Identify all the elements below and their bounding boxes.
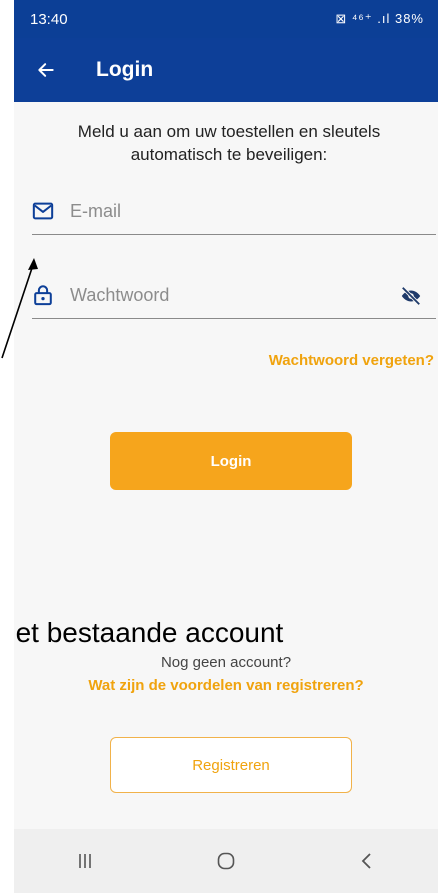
lock-icon — [34, 285, 52, 306]
forgot-password-link[interactable]: Wachtwoord vergeten? — [269, 352, 434, 369]
benefits-link[interactable]: Wat zijn de voordelen van registreren? — [14, 677, 438, 694]
phone-screen: 13:40 ⊠ ⁴⁶⁺ .ıl 38% Login Meld u aan om … — [14, 0, 438, 893]
annotation-label: het bestaande account — [14, 617, 284, 648]
intro-text: Meld u aan om uw toestellen en sleutels … — [77, 122, 381, 164]
status-bar: 13:40 ⊠ ⁴⁶⁺ .ıl 38% — [14, 0, 438, 38]
password-field[interactable] — [70, 278, 390, 312]
email-field[interactable] — [70, 194, 390, 228]
status-time: 13:40 — [30, 10, 68, 28]
eye-off-icon[interactable] — [400, 285, 422, 307]
home-icon[interactable] — [214, 849, 238, 873]
password-field-row — [32, 278, 436, 319]
status-icons: ⊠ ⁴⁶⁺ .ıl 38% — [335, 11, 424, 26]
system-nav-bar — [14, 829, 438, 893]
email-field-row — [32, 194, 436, 235]
arrow-left-icon[interactable] — [36, 60, 56, 80]
recent-apps-icon[interactable] — [73, 849, 97, 873]
back-chevron-icon[interactable] — [355, 849, 379, 873]
app-bar: Login — [14, 38, 438, 102]
login-form: Meld u aan om uw toestellen en sleutels … — [14, 102, 438, 893]
login-button[interactable]: Login — [110, 432, 352, 490]
page-title: Login — [96, 58, 154, 81]
mail-icon — [32, 202, 54, 220]
no-account-text: Nog geen account? — [160, 654, 292, 671]
register-button[interactable]: Registreren — [110, 737, 352, 793]
